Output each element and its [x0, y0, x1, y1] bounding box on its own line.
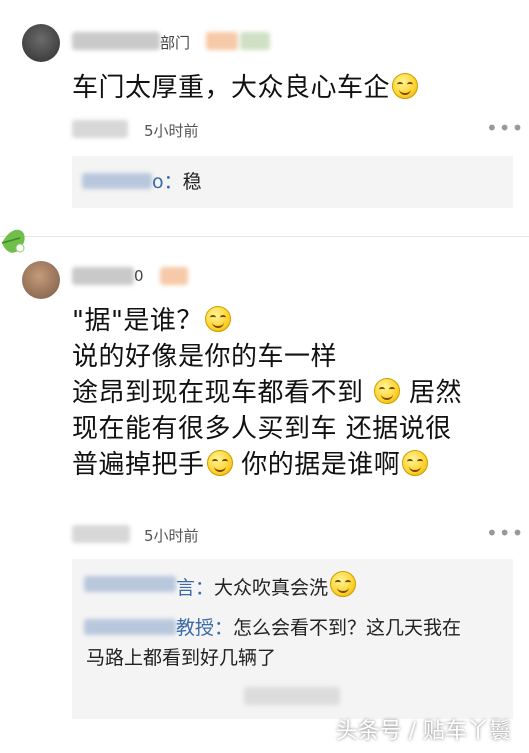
comment-line: "据"是谁？: [72, 303, 512, 339]
reply-username[interactable]: o：: [152, 171, 183, 193]
avatar[interactable]: [22, 261, 60, 299]
user-badge-blurred: [160, 267, 188, 285]
reply-text: 大众吹真会洗: [214, 577, 329, 599]
smile-face-icon: [330, 571, 357, 597]
reply-item: 言：大众吹真会洗: [176, 571, 357, 602]
reply-box[interactable]: 言：大众吹真会洗 教授：怎么会看不到？这几天我在 马路上都看到好几辆了: [72, 559, 513, 719]
reply-item: o：稳: [152, 168, 202, 196]
reply-username[interactable]: 教授：: [176, 617, 233, 639]
reply-item: 教授：怎么会看不到？这几天我在: [176, 614, 496, 642]
smile-face-icon: [374, 378, 401, 404]
meta-blurred: [72, 525, 130, 543]
avatar[interactable]: [22, 24, 60, 62]
comment-text: "据"是谁？ 说的好像是你的车一样 途昂到现在现车都看不到 居然 现在能有很多人…: [72, 303, 512, 483]
reply-text: 怎么会看不到？这几天我在: [233, 617, 462, 639]
reply-username[interactable]: 言：: [176, 577, 214, 599]
watermark: 头条号 / 贴车丫鬟: [335, 719, 511, 744]
angry-face-icon: [402, 450, 429, 476]
comment-line: 途昂到现在现车都看不到 居然: [72, 378, 463, 408]
more-options-icon[interactable]: •••: [486, 116, 524, 140]
comment-item: 部门 车门太厚重，大众良心车企 5小时前 ••• o：稳: [0, 0, 529, 236]
comment-time: 5小时前: [144, 122, 199, 140]
smile-face-icon: [204, 306, 231, 332]
user-badge-blurred: [240, 32, 270, 50]
reply-text-continued: 马路上都看到好几辆了: [86, 647, 277, 669]
user-badge-blurred: [206, 32, 238, 50]
smile-face-icon: [206, 450, 233, 476]
reply-username-blurred[interactable]: [84, 619, 176, 635]
comment-line: 说的好像是你的车一样: [72, 342, 338, 372]
angry-face-icon: [392, 73, 419, 99]
reply-username-blurred[interactable]: [84, 576, 176, 592]
more-options-icon[interactable]: •••: [486, 521, 524, 545]
username-blurred[interactable]: [72, 32, 160, 50]
comment-line: 普遍掉把手 你的据是谁啊: [72, 447, 512, 483]
meta-blurred: [72, 120, 128, 138]
comment-line: 现在能有很多人买到车 还据说很: [72, 414, 452, 444]
username-suffix: 0: [134, 267, 144, 285]
comment-time: 5小时前: [144, 527, 199, 545]
username-suffix: 部门: [160, 34, 191, 52]
reply-username-blurred[interactable]: [82, 173, 152, 189]
reply-text: 稳: [182, 171, 202, 193]
comment-text: 车门太厚重，大众良心车企: [72, 70, 419, 106]
username-blurred[interactable]: [72, 267, 134, 285]
comment-item: 0 "据"是谁？ 说的好像是你的车一样 途昂到现在现车都看不到 居然 现在能有很…: [0, 237, 529, 753]
reply-box[interactable]: o：稳: [72, 156, 513, 208]
reply-more-blurred[interactable]: [244, 687, 340, 705]
